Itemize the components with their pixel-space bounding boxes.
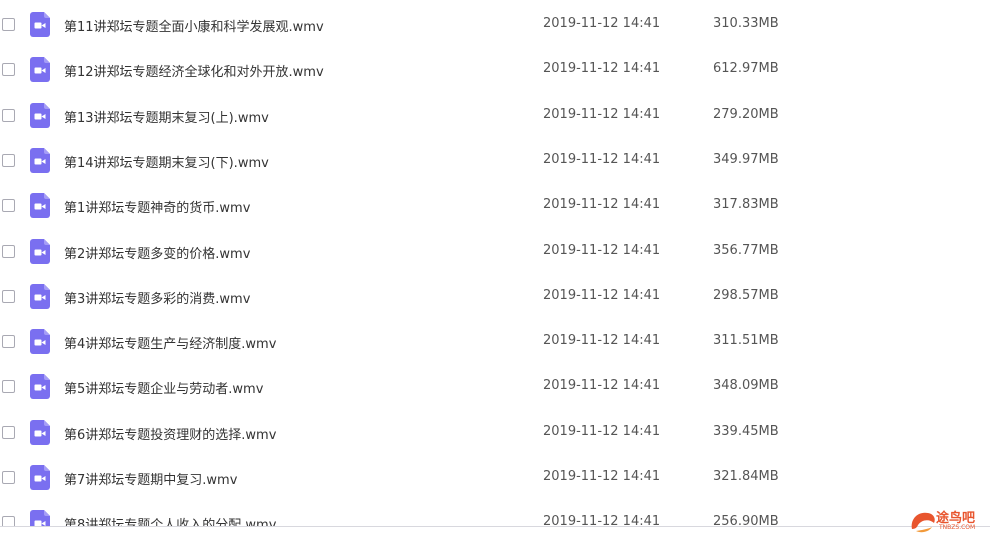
video-file-icon (30, 147, 50, 173)
video-file-icon (30, 465, 50, 490)
file-date: 2019-11-12 14:41 (543, 16, 661, 31)
file-date: 2019-11-12 14:41 (543, 423, 661, 439)
file-date: 2019-11-12 14:41 (543, 333, 661, 349)
file-date: 2019-11-12 14:41 (543, 106, 661, 122)
file-list: 第11讲郑坛专题全面小康和科学发展观.wmv 2019-11-12 14:41 31… (0, 0, 1000, 526)
file-row[interactable]: 第11讲郑坛专题全面小康和科学发展观.wmv 2019-11-12 14:41 31… (0, 3, 1000, 48)
file-date: 2019-11-12 14:41 (543, 469, 661, 484)
file-name[interactable]: 第1讲郑坛专题神奇的货币.wmv (64, 197, 250, 216)
list-bottom-divider (0, 526, 990, 527)
file-date: 2019-11-12 14:41 (543, 151, 661, 167)
file-row[interactable]: 第3讲郑坛专题多彩的消费.wmv 2019-11-12 14:41 298.57MB (0, 275, 1000, 320)
file-name[interactable]: 第7讲郑坛专题期中复习.wmv (64, 469, 237, 488)
file-name[interactable]: 第8讲郑坛专题个人收入的分配.wmv (64, 514, 276, 526)
file-size: 279.20MB (713, 106, 779, 122)
file-row[interactable]: 第7讲郑坛专题期中复习.wmv 2019-11-12 14:41 321.84MB (0, 456, 1000, 501)
video-file-icon (30, 283, 50, 309)
file-date: 2019-11-12 14:41 (543, 197, 661, 213)
video-file-icon (30, 102, 50, 128)
file-size: 310.33MB (713, 16, 779, 31)
row-checkbox[interactable] (2, 335, 15, 349)
file-row[interactable]: 第2讲郑坛专题多变的价格.wmv 2019-11-12 14:41 356.77MB (0, 230, 1000, 275)
file-row[interactable]: 第5讲郑坛专题企业与劳动者.wmv 2019-11-12 14:41 348.09M… (0, 365, 1000, 410)
video-file-icon (30, 329, 50, 355)
file-size: 256.90MB (713, 514, 779, 526)
file-date: 2019-11-12 14:41 (543, 514, 661, 526)
video-file-icon (30, 374, 50, 400)
row-checkbox[interactable] (2, 153, 15, 167)
video-file-icon (30, 510, 50, 526)
file-name[interactable]: 第13讲郑坛专题期末复习(上).wmv (64, 107, 269, 126)
video-file-icon (30, 419, 50, 445)
file-size: 339.45MB (713, 423, 779, 439)
file-date: 2019-11-12 14:41 (543, 242, 661, 258)
file-row[interactable]: 第12讲郑坛专题经济全球化和对外开放.wmv 2019-11-12 14:41 61… (0, 48, 1000, 93)
row-checkbox[interactable] (2, 289, 15, 303)
row-checkbox[interactable] (2, 516, 15, 526)
bird-logo-icon (911, 512, 935, 533)
file-date: 2019-11-12 14:41 (543, 378, 661, 394)
row-checkbox[interactable] (2, 63, 15, 77)
file-size: 317.83MB (713, 197, 779, 213)
file-size: 349.97MB (713, 151, 779, 167)
file-size: 298.57MB (713, 287, 779, 303)
row-checkbox[interactable] (2, 199, 15, 213)
file-name[interactable]: 第4讲郑坛专题生产与经济制度.wmv (64, 333, 276, 352)
file-row[interactable]: 第6讲郑坛专题投资理财的选择.wmv 2019-11-12 14:41 339.45… (0, 411, 1000, 456)
file-row[interactable]: 第14讲郑坛专题期末复习(下).wmv 2019-11-12 14:41 349.9… (0, 139, 1000, 184)
file-size: 348.09MB (713, 378, 779, 394)
row-checkbox[interactable] (2, 380, 15, 394)
video-file-icon (30, 238, 50, 264)
file-name[interactable]: 第3讲郑坛专题多彩的消费.wmv (64, 288, 250, 307)
row-checkbox[interactable] (2, 244, 15, 258)
file-size: 311.51MB (713, 333, 779, 349)
file-row[interactable]: 第8讲郑坛专题个人收入的分配.wmv 2019-11-12 14:41 256.90… (0, 501, 1000, 526)
file-name[interactable]: 第5讲郑坛专题企业与劳动者.wmv (64, 378, 263, 397)
file-date: 2019-11-12 14:41 (543, 287, 661, 303)
file-size: 356.77MB (713, 242, 779, 258)
row-checkbox[interactable] (2, 471, 15, 484)
file-name[interactable]: 第12讲郑坛专题经济全球化和对外开放.wmv (64, 61, 324, 80)
row-checkbox[interactable] (2, 18, 15, 31)
file-row[interactable]: 第1讲郑坛专题神奇的货币.wmv 2019-11-12 14:41 317.83MB (0, 184, 1000, 229)
video-file-icon (30, 193, 50, 219)
file-name[interactable]: 第6讲郑坛专题投资理财的选择.wmv (64, 424, 276, 443)
file-name[interactable]: 第14讲郑坛专题期末复习(下).wmv (64, 152, 269, 171)
row-checkbox[interactable] (2, 425, 15, 439)
file-size: 321.84MB (713, 469, 779, 484)
video-file-icon (30, 12, 50, 37)
file-name[interactable]: 第11讲郑坛专题全面小康和科学发展观.wmv (64, 16, 324, 35)
video-file-icon (30, 57, 50, 83)
file-row[interactable]: 第4讲郑坛专题生产与经济制度.wmv 2019-11-12 14:41 311.51… (0, 320, 1000, 365)
file-size: 612.97MB (713, 61, 779, 77)
file-row[interactable]: 第13讲郑坛专题期末复习(上).wmv 2019-11-12 14:41 279.2… (0, 94, 1000, 139)
watermark-url: TNBZS.COM (939, 524, 976, 531)
row-checkbox[interactable] (2, 108, 15, 122)
file-name[interactable]: 第2讲郑坛专题多变的价格.wmv (64, 243, 250, 262)
file-date: 2019-11-12 14:41 (543, 61, 661, 77)
watermark-logo: 途鸟吧 TNBZS.COM (908, 505, 1000, 538)
